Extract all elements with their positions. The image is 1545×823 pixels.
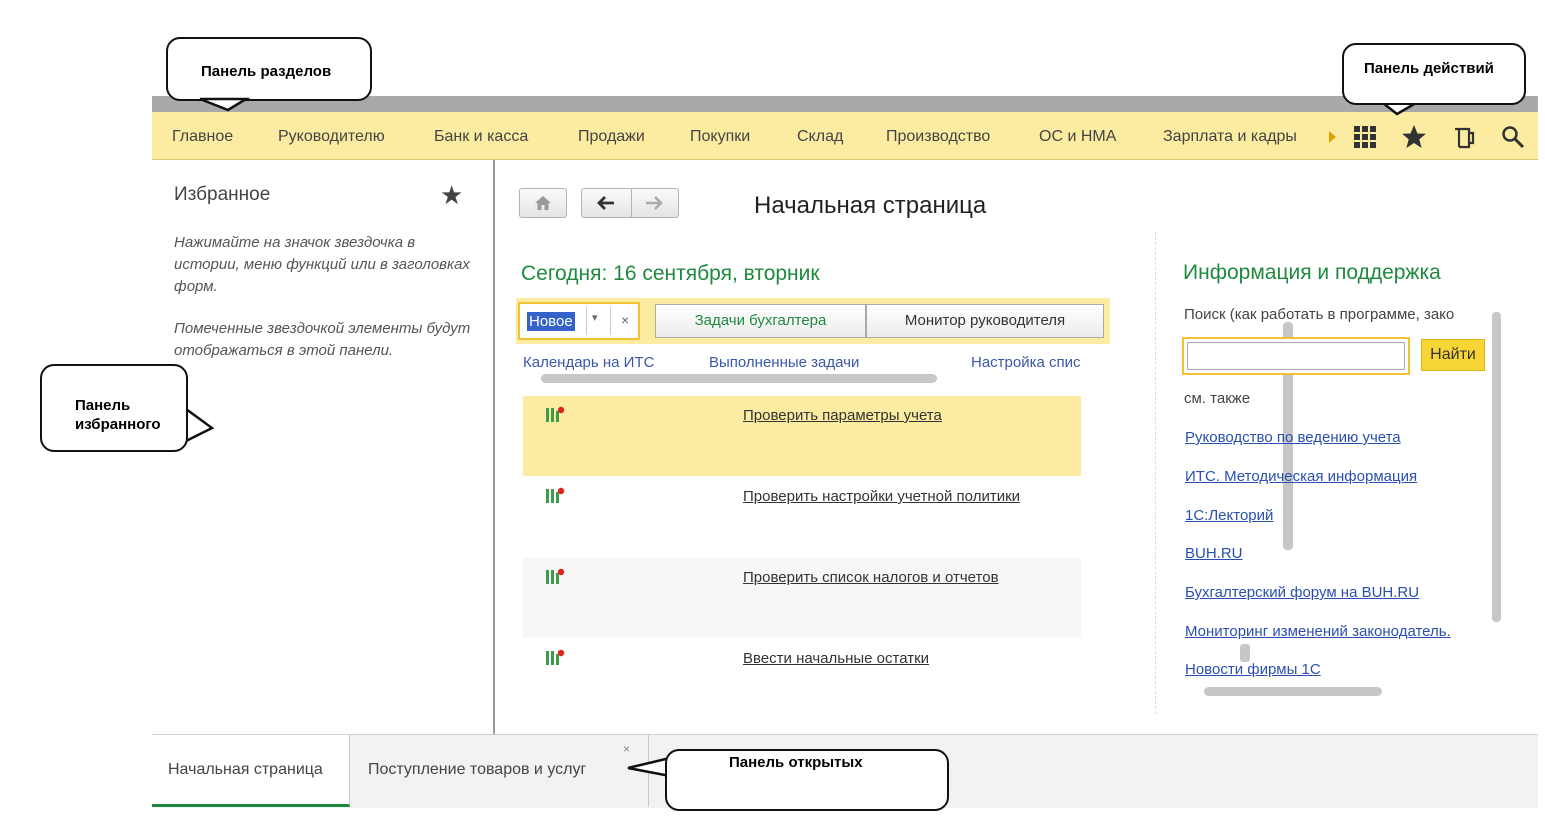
callout-favorites-panel: Панель избранного — [40, 364, 188, 452]
callout-open-text: Панель открытых — [729, 754, 863, 771]
callout-open-panel: Панель открытых — [665, 749, 949, 811]
callout-actions-panel: Панель действий — [1342, 43, 1526, 105]
callout-tails — [184, 97, 1421, 778]
callout-favorites-text: Панель избранного — [75, 397, 161, 433]
callout-actions-text: Панель действий — [1364, 60, 1494, 77]
